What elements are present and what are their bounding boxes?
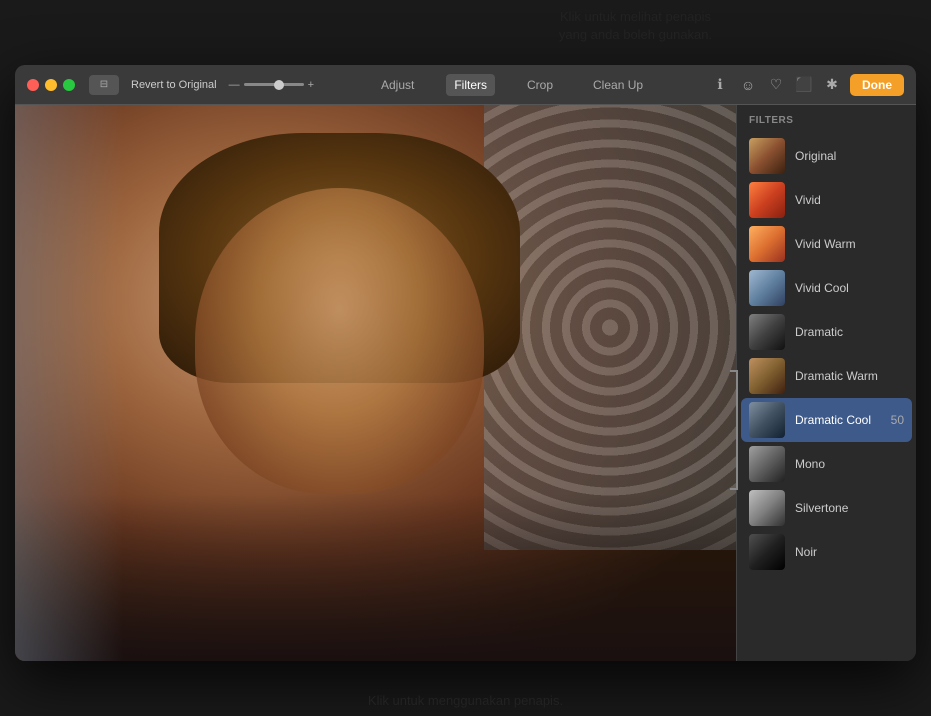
- filter-item-dramatic-cool[interactable]: Dramatic Cool 50: [741, 398, 912, 442]
- filter-item-vivid-cool[interactable]: Vivid Cool: [741, 266, 912, 310]
- face-layer: [195, 188, 483, 494]
- filter-thumb-dramatic: [749, 314, 785, 350]
- filter-thumb-vivid-warm: [749, 226, 785, 262]
- tooltip-top-line2: yang anda boleh gunakan.: [360, 26, 911, 44]
- filter-name-vivid: Vivid: [795, 193, 904, 207]
- background-pattern: [484, 105, 736, 550]
- filters-tab[interactable]: Filters: [446, 74, 495, 96]
- filter-thumb-img-dramatic: [749, 314, 785, 350]
- main-window: ⊟ Revert to Original — + Adjust Filters …: [15, 65, 916, 661]
- filter-thumb-img-dramatic-cool: [749, 402, 785, 438]
- fullscreen-button[interactable]: [63, 79, 75, 91]
- filter-item-dramatic[interactable]: Dramatic: [741, 310, 912, 354]
- filter-thumb-img-dramatic-warm: [749, 358, 785, 394]
- view-toggle[interactable]: ⊟: [89, 75, 119, 95]
- filter-item-mono[interactable]: Mono: [741, 442, 912, 486]
- filter-value-dramatic-cool: 50: [891, 413, 904, 427]
- filter-name-vivid-cool: Vivid Cool: [795, 281, 904, 295]
- filter-item-noir[interactable]: Noir: [741, 530, 912, 574]
- filter-name-silvertone: Silvertone: [795, 501, 904, 515]
- filter-name-dramatic-cool: Dramatic Cool: [795, 413, 881, 427]
- filter-thumb-img-mono: [749, 446, 785, 482]
- filter-name-mono: Mono: [795, 457, 904, 471]
- intensity-slider[interactable]: — +: [229, 79, 314, 91]
- more-icon[interactable]: ✱: [822, 75, 842, 95]
- filter-thumb-silvertone: [749, 490, 785, 526]
- heart-icon[interactable]: ♡: [766, 75, 786, 95]
- filter-thumb-noir: [749, 534, 785, 570]
- close-button[interactable]: [27, 79, 39, 91]
- filter-thumb-img-vivid-warm: [749, 226, 785, 262]
- filter-thumb-img-original: [749, 138, 785, 174]
- tooltip-bottom: Klik untuk menggunakan penapis.: [200, 693, 731, 708]
- photo-background: [15, 105, 736, 661]
- minimize-button[interactable]: [45, 79, 57, 91]
- filter-thumb-dramatic-cool: [749, 402, 785, 438]
- filter-item-vivid-warm[interactable]: Vivid Warm: [741, 222, 912, 266]
- tooltip-top: Klik untuk melihat penapis yang anda bol…: [360, 8, 911, 44]
- filter-thumb-img-silvertone: [749, 490, 785, 526]
- filter-thumb-img-noir: [749, 534, 785, 570]
- filter-name-dramatic: Dramatic: [795, 325, 904, 339]
- face-icon[interactable]: ☺: [738, 75, 758, 95]
- filter-item-dramatic-warm[interactable]: Dramatic Warm: [741, 354, 912, 398]
- tooltip-top-line1: Klik untuk melihat penapis: [360, 8, 911, 26]
- cleanup-tab[interactable]: Clean Up: [585, 74, 651, 96]
- content-area: FILTERS Original Vivid Vivid Warm Vivid Coo…: [15, 105, 916, 661]
- filters-header: FILTERS: [737, 105, 916, 134]
- revert-button[interactable]: Revert to Original: [131, 79, 217, 91]
- filter-thumb-mono: [749, 446, 785, 482]
- photo-area: [15, 105, 736, 661]
- toolbar-center: Adjust Filters Crop Clean Up: [322, 74, 702, 96]
- toolbar-right: ℹ ☺ ♡ ⬛ ✱ Done: [710, 74, 904, 96]
- filter-item-silvertone[interactable]: Silvertone: [741, 486, 912, 530]
- done-button[interactable]: Done: [850, 74, 904, 96]
- filter-thumb-original: [749, 138, 785, 174]
- filter-thumb-img-vivid: [749, 182, 785, 218]
- filter-name-dramatic-warm: Dramatic Warm: [795, 369, 904, 383]
- filter-thumb-img-vivid-cool: [749, 270, 785, 306]
- info-icon[interactable]: ℹ: [710, 75, 730, 95]
- filter-item-original[interactable]: Original: [741, 134, 912, 178]
- callout-bracket: [736, 370, 738, 490]
- tooltip-bottom-text: Klik untuk menggunakan penapis.: [368, 693, 563, 708]
- share-icon[interactable]: ⬛: [794, 75, 814, 95]
- filter-name-vivid-warm: Vivid Warm: [795, 237, 904, 251]
- filter-thumb-vivid-cool: [749, 270, 785, 306]
- titlebar: ⊟ Revert to Original — + Adjust Filters …: [15, 65, 916, 105]
- filter-list: Original Vivid Vivid Warm Vivid Cool Dramati…: [737, 134, 916, 574]
- crop-tab[interactable]: Crop: [519, 74, 561, 96]
- filter-name-noir: Noir: [795, 545, 904, 559]
- filter-name-original: Original: [795, 149, 904, 163]
- filters-panel: FILTERS Original Vivid Vivid Warm Vivid Coo…: [736, 105, 916, 661]
- filter-thumb-dramatic-warm: [749, 358, 785, 394]
- adjust-tab[interactable]: Adjust: [373, 74, 422, 96]
- filter-thumb-vivid: [749, 182, 785, 218]
- traffic-lights: [27, 79, 75, 91]
- filter-item-vivid[interactable]: Vivid: [741, 178, 912, 222]
